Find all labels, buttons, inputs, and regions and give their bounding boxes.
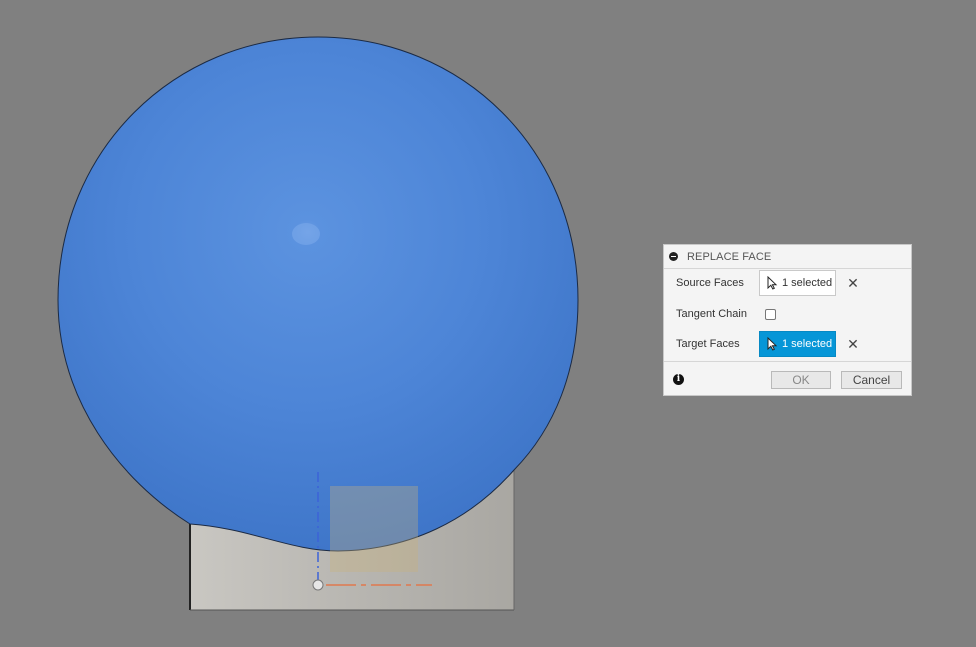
target-faces-selector[interactable]: 1 selected bbox=[759, 331, 836, 357]
info-icon[interactable]: i bbox=[673, 374, 684, 385]
close-icon[interactable]: ✕ bbox=[847, 337, 859, 351]
target-faces-label: Target Faces bbox=[676, 338, 740, 350]
ok-button[interactable]: OK bbox=[771, 371, 831, 389]
tangent-chain-checkbox[interactable] bbox=[765, 308, 776, 320]
minus-circle-icon[interactable] bbox=[669, 252, 678, 261]
source-faces-value: 1 selected bbox=[782, 277, 833, 289]
cancel-button[interactable]: Cancel bbox=[841, 371, 902, 389]
tangent-chain-label: Tangent Chain bbox=[676, 308, 747, 320]
source-faces-label: Source Faces bbox=[676, 277, 744, 289]
dialog-title: REPLACE FACE bbox=[687, 250, 772, 263]
source-faces-selector[interactable]: 1 selected bbox=[759, 270, 836, 296]
cursor-arrow-icon bbox=[767, 337, 778, 351]
target-faces-value: 1 selected bbox=[782, 338, 833, 350]
dialog-header[interactable]: REPLACE FACE bbox=[664, 245, 911, 269]
source-faces-row: Source Faces 1 selected ✕ bbox=[664, 270, 911, 296]
dialog-footer: i OK Cancel bbox=[664, 361, 911, 396]
target-faces-row: Target Faces 1 selected ✕ bbox=[664, 331, 911, 357]
cursor-arrow-icon bbox=[767, 276, 778, 290]
tangent-chain-row: Tangent Chain bbox=[664, 301, 911, 327]
replace-face-dialog: REPLACE FACE Source Faces 1 selected ✕ T… bbox=[663, 244, 912, 396]
close-icon[interactable]: ✕ bbox=[847, 276, 859, 290]
